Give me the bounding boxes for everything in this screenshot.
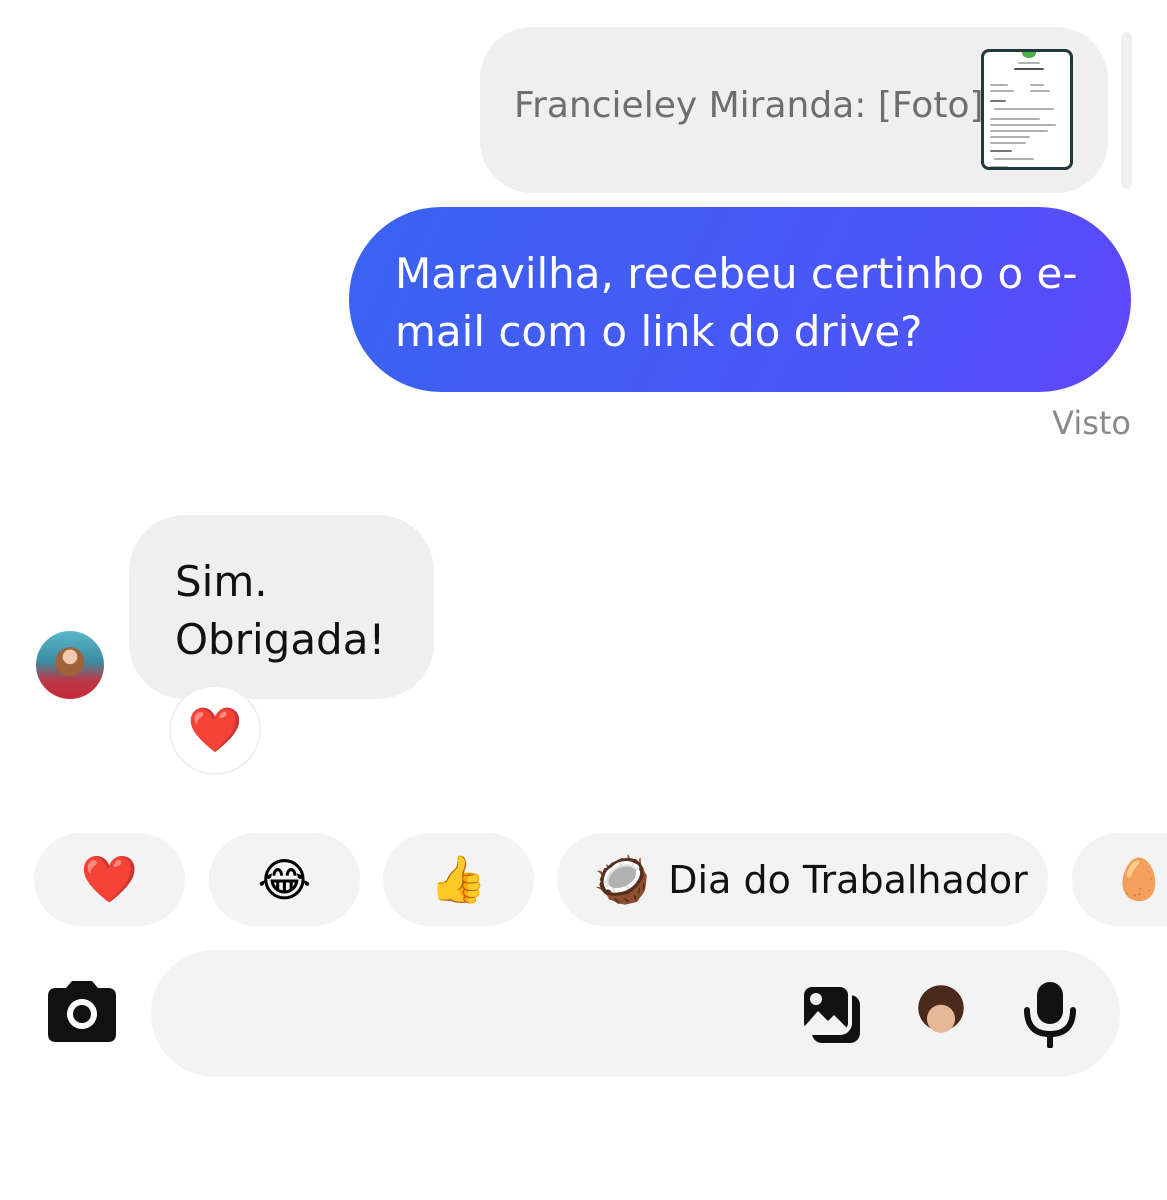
avatar-sticker-icon[interactable] <box>911 984 971 1044</box>
quick-reaction-more[interactable]: 🥚 <box>1072 833 1167 926</box>
message-input[interactable] <box>151 950 1120 1077</box>
heart-icon: ❤️ <box>80 852 139 906</box>
incoming-message-bubble[interactable]: Sim. Obrigada! <box>129 515 434 699</box>
quick-reaction-heart[interactable]: ❤️ <box>34 833 185 926</box>
holiday-sticker-label: Dia do Trabalhador <box>668 857 1028 902</box>
photo-thumbnail[interactable] <box>981 49 1073 170</box>
egg-icon: 🥚 <box>1114 857 1164 903</box>
gallery-icon[interactable] <box>798 981 864 1047</box>
seen-status: Visto <box>1052 404 1131 442</box>
laughing-face-icon: 😂 <box>257 852 312 907</box>
quick-reaction-holiday-sticker[interactable]: 🥥 Dia do Trabalhador <box>557 833 1048 926</box>
outgoing-message-text: Maravilha, recebeu certinho o e-mail com… <box>395 249 1078 356</box>
reply-quote-text: Francieley Miranda: [Foto] <box>514 85 984 126</box>
message-reaction-badge[interactable]: ❤️ <box>169 685 261 775</box>
quick-reaction-thumbs-up[interactable]: 👍 <box>383 833 534 926</box>
incoming-message-text: Sim. Obrigada! <box>175 557 386 664</box>
coconut-drink-icon: 🥥 <box>593 852 651 906</box>
scroll-indicator[interactable] <box>1121 32 1132 189</box>
thumbs-up-icon: 👍 <box>429 852 488 906</box>
heart-icon: ❤️ <box>187 705 243 756</box>
camera-icon[interactable] <box>46 980 118 1044</box>
reply-quote-bubble[interactable]: Francieley Miranda: [Foto] <box>480 27 1108 193</box>
chat-screen: Francieley Miranda: [Foto] Maravilha, re… <box>0 0 1167 1200</box>
microphone-icon[interactable] <box>1021 980 1079 1049</box>
contact-avatar[interactable] <box>36 631 104 699</box>
quick-reaction-laugh[interactable]: 😂 <box>209 833 360 926</box>
outgoing-message-bubble[interactable]: Maravilha, recebeu certinho o e-mail com… <box>349 207 1131 392</box>
